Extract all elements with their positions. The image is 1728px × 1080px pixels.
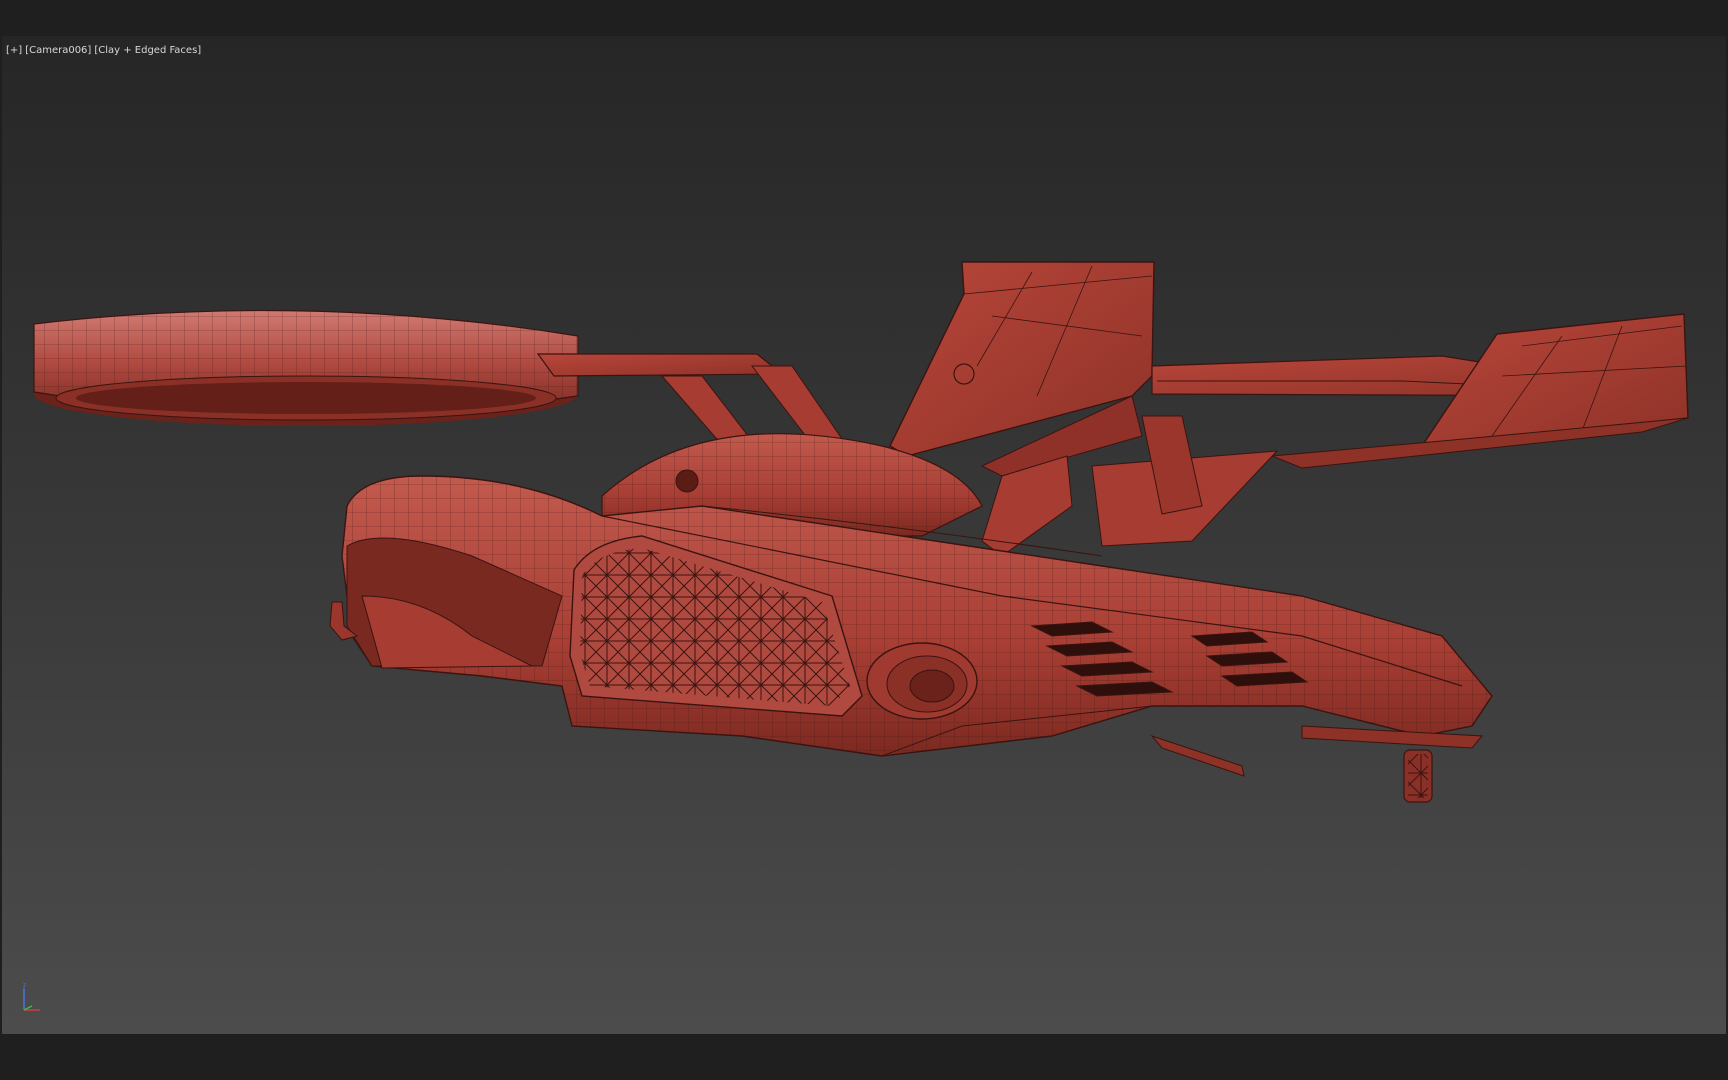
left-rotor-ring[interactable] — [33, 309, 579, 426]
axis-z-label: z — [23, 982, 26, 989]
camera-viewport[interactable]: [+] [Camera006] [Clay + Edged Faces] z — [2, 36, 1726, 1034]
viewport-camera-label[interactable]: [Camera006] — [25, 44, 91, 58]
viewport-menu-plus[interactable]: [+] — [6, 44, 22, 58]
central-fin[interactable] — [889, 261, 1155, 477]
flying-car-model[interactable] — [2, 36, 1726, 1034]
axis-gizmo-icon: z — [23, 982, 40, 1011]
viewport-label[interactable]: [+] [Camera006] [Clay + Edged Faces] — [6, 44, 201, 58]
status-bar — [0, 1034, 1728, 1080]
viewport-shading-label[interactable]: [Clay + Edged Faces] — [94, 44, 201, 58]
app-window: [+] [Camera006] [Clay + Edged Faces] z — [0, 0, 1728, 1080]
